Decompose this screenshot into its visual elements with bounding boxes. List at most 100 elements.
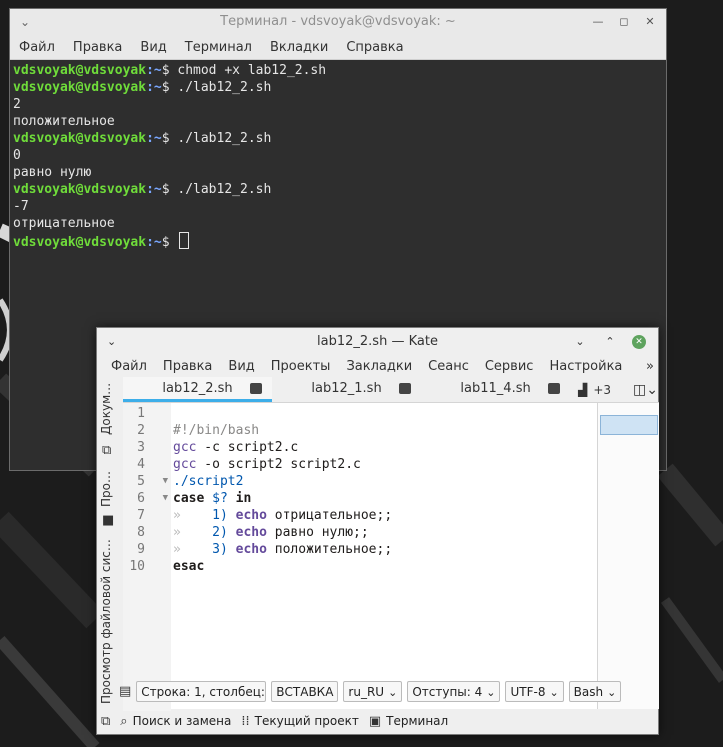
tabs-list-icon: ▟ (578, 382, 588, 397)
code-text[interactable]: #!/bin/bash gcc -c script2.c gcc -o script… (173, 405, 392, 626)
menu-bookmarks[interactable]: Закладки (338, 359, 420, 374)
more-tabs-button[interactable]: ▟ +3 ◫⌄ (570, 377, 658, 402)
menu-help[interactable]: Справка (337, 40, 412, 55)
menu-view[interactable]: Вид (220, 359, 262, 374)
terminal-output-line: отрицательное (13, 216, 115, 231)
terminal-menubar: Файл Правка Вид Терминал Вкладки Справка (10, 35, 666, 60)
left-sidebar: Докум… ⧉ Про… ■ Просмотр файловой сис… (97, 377, 122, 708)
language-dropdown[interactable]: ru_RU (343, 681, 403, 702)
tab-lab12-2[interactable]: lab12_2.sh (123, 377, 273, 402)
maximize-icon[interactable]: ◻ (616, 9, 632, 35)
menu-session[interactable]: Сеанс (420, 359, 477, 374)
line-number-gutter[interactable]: 1 2 3 4 5 ▼ 6 ▼ 7 8 9 10 (123, 403, 171, 711)
minimize-icon[interactable]: — (590, 9, 606, 35)
line-number-text: 1 (137, 406, 145, 421)
prompt-command: ./lab12_2.sh (169, 182, 272, 197)
close-tab-icon[interactable] (399, 383, 412, 394)
close-icon[interactable]: ✕ (632, 334, 646, 349)
line-number-text: 4 (137, 457, 145, 472)
search-replace-label: Поиск и замена (132, 714, 232, 728)
menu-view[interactable]: Вид (131, 40, 175, 55)
documents-toggle[interactable]: ⧉ (101, 714, 110, 729)
terminal-cursor (179, 232, 190, 249)
document-tabbar: lab12_2.sh lab12_1.sh lab11_4.sh ▟ +3 ◫⌄ (123, 377, 658, 402)
cursor-position[interactable]: Строка: 1, столбец: 1 (136, 681, 267, 702)
terminal-output-line: 2 (13, 97, 21, 112)
close-tab-icon[interactable] (250, 383, 263, 394)
menu-terminal[interactable]: Терминал (176, 40, 261, 55)
documents-icon[interactable]: ⧉ (102, 443, 118, 459)
fold-marker-icon[interactable]: ▼ (163, 473, 168, 490)
line-number-text: 3 (137, 440, 145, 455)
tab-lab12-1[interactable]: lab12_1.sh (272, 377, 421, 402)
search-replace-button[interactable]: ⌕ Поиск и замена (120, 714, 231, 729)
prompt-user: vdsvoyak@vdsvoyak (13, 63, 147, 78)
prompt-user: vdsvoyak@vdsvoyak (13, 80, 147, 95)
sidebar-tab-documents[interactable]: Докум… (99, 379, 113, 435)
minimize-icon[interactable]: ⌄ (572, 328, 588, 355)
indentation-dropdown[interactable]: Отступы: 4 (407, 681, 501, 702)
tab-label: lab12_2.sh (162, 381, 233, 396)
terminal-button[interactable]: ▣ Терминал (369, 714, 448, 729)
kate-window[interactable]: ⌄ lab12_2.sh — Kate ⌄ ⌃ ✕ Файл Правка Ви… (96, 327, 659, 735)
line-number[interactable]: 1 (123, 405, 171, 422)
split-view-icon[interactable]: ◫⌄ (633, 382, 658, 398)
line-number[interactable]: 6 ▼ (123, 490, 171, 507)
line-number[interactable]: 9 (123, 541, 171, 558)
code-line-2: gcc -c script2.c (173, 440, 299, 455)
menu-tools[interactable]: Сервис (477, 359, 542, 374)
prompt-sign: $ (161, 235, 170, 250)
sidebar-tab-projects[interactable]: Про… (99, 467, 113, 507)
maximize-icon[interactable]: ⌃ (602, 328, 618, 355)
window-menu-icon[interactable]: ⌄ (107, 328, 116, 355)
line-number[interactable]: 2 (123, 422, 171, 439)
code-line-4: ./script2 (173, 474, 244, 489)
line-number-text: 6 (137, 491, 145, 506)
more-tabs-count: +3 (593, 382, 612, 397)
menu-overflow-icon[interactable]: » (638, 359, 658, 374)
kate-titlebar[interactable]: ⌄ lab12_2.sh — Kate ⌄ ⌃ ✕ (97, 328, 658, 355)
prompt-path: :~ (146, 235, 162, 250)
line-number-text: 8 (137, 525, 145, 540)
menu-edit[interactable]: Правка (64, 40, 131, 55)
tab-label: lab11_4.sh (460, 381, 531, 396)
tab-lab11-4[interactable]: lab11_4.sh (421, 377, 570, 402)
close-icon[interactable]: ✕ (642, 9, 658, 35)
project-icon: ⁞⁞ (241, 713, 250, 729)
document-icon[interactable]: ▤ (119, 684, 131, 699)
prompt-command: ./lab12_2.sh (169, 131, 272, 146)
current-project-button[interactable]: ⁞⁞ Текущий проект (241, 714, 358, 729)
menu-projects[interactable]: Проекты (263, 359, 339, 374)
input-mode[interactable]: ВСТАВКА (271, 681, 339, 702)
encoding-dropdown[interactable]: UTF-8 (505, 681, 564, 702)
close-tab-icon[interactable] (548, 383, 561, 394)
menu-tabs[interactable]: Вкладки (261, 40, 337, 55)
menu-settings[interactable]: Настройка (541, 359, 630, 374)
terminal-prompt-line: vdsvoyak@vdsvoyak:~$ ./lab12_2.sh (13, 181, 663, 198)
prompt-command: chmod +x lab12_2.sh (169, 63, 327, 78)
line-number[interactable]: 10 (123, 558, 171, 575)
terminal-output[interactable]: vdsvoyak@vdsvoyak :~$ chmod +x lab12_2.sh… (10, 60, 666, 253)
prompt-user: vdsvoyak@vdsvoyak (13, 131, 147, 146)
folder-icon[interactable]: ■ (102, 513, 118, 529)
syntax-dropdown[interactable]: Bash (568, 681, 622, 702)
line-number[interactable]: 5 ▼ (123, 473, 171, 490)
minimap-scrollbar[interactable] (597, 402, 659, 709)
line-number[interactable]: 3 (123, 439, 171, 456)
terminal-titlebar[interactable]: ⌄ Терминал - vdsvoyak@vdsvoyak: ~ — ◻ ✕ (10, 9, 666, 35)
minimap-viewport[interactable] (600, 415, 658, 435)
menu-edit[interactable]: Правка (155, 359, 220, 374)
window-menu-icon[interactable]: ⌄ (20, 9, 30, 35)
line-number[interactable]: 7 (123, 507, 171, 524)
sidebar-tab-filesystem[interactable]: Просмотр файловой сис… (99, 539, 113, 704)
code-line-9: esac (173, 559, 205, 574)
terminal-label: Терминал (386, 714, 449, 728)
line-number[interactable]: 4 (123, 456, 171, 473)
statusbar: ▤ Строка: 1, столбец: 1 ВСТАВКА ru_RU От… (119, 678, 657, 705)
line-number[interactable]: 8 (123, 524, 171, 541)
menu-file[interactable]: Файл (10, 40, 64, 55)
menu-file[interactable]: Файл (103, 359, 155, 374)
fold-marker-icon[interactable]: ▼ (163, 490, 168, 507)
code-editor[interactable]: 1 2 3 4 5 ▼ 6 ▼ 7 8 9 10 #!/bin/bash gcc -c script2.… (123, 402, 597, 711)
